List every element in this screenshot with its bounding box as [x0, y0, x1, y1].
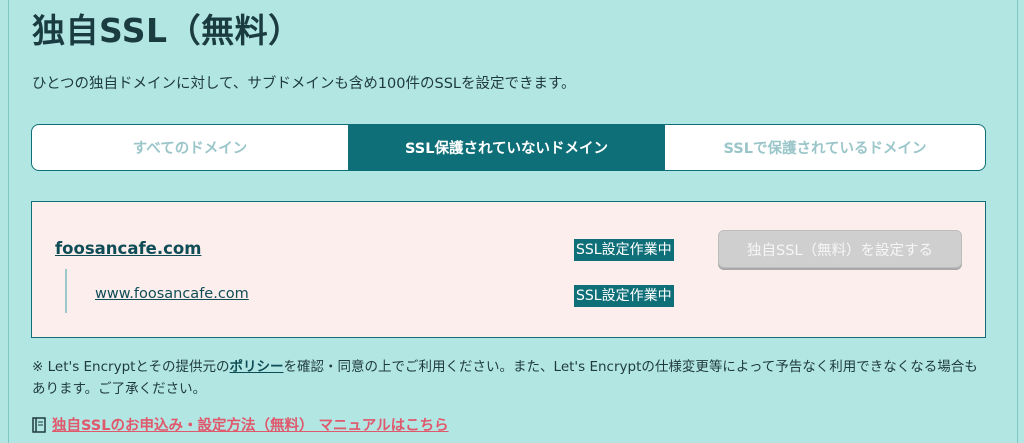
tab-protected-domains[interactable]: SSLで保護されているドメイン	[665, 125, 985, 170]
set-ssl-button[interactable]: 独自SSL（無料）を設定する	[718, 230, 962, 268]
terms-note: ※ Let's Encryptとその提供元のポリシーを確認・同意の上でご利用くだ…	[32, 356, 982, 400]
subdomain-indent-line	[65, 269, 67, 313]
tab-unprotected-domains[interactable]: SSL保護されていないドメイン	[348, 125, 665, 170]
tab-all-domains[interactable]: すべてのドメイン	[32, 125, 348, 170]
manual-link[interactable]: 独自SSLのお申込み・設定方法（無料） マニュアルはこちら	[52, 414, 449, 435]
domain-list: foosancafe.com SSL設定作業中 独自SSL（無料）を設定する w…	[31, 201, 986, 338]
manual-link-row[interactable]: 独自SSLのお申込み・設定方法（無料） マニュアルはこちら	[32, 414, 449, 435]
status-badge-main: SSL設定作業中	[574, 239, 674, 261]
section-description: ひとつの独自ドメインに対して、サブドメインも含め100件のSSLを設定できます。	[32, 76, 576, 92]
page-title: 独自SSL（無料）	[32, 11, 302, 50]
terms-note-prefix: ※ Let's Encryptとその提供元の	[32, 359, 230, 375]
domain-link-sub[interactable]: www.foosancafe.com	[95, 286, 249, 302]
manual-book-icon	[32, 416, 46, 433]
domain-link-main[interactable]: foosancafe.com	[55, 239, 201, 258]
policy-link[interactable]: ポリシー	[230, 359, 284, 375]
domain-filter-tabs: すべてのドメイン SSL保護されていないドメイン SSLで保護されているドメイン	[31, 124, 986, 171]
status-badge-sub: SSL設定作業中	[574, 285, 674, 307]
